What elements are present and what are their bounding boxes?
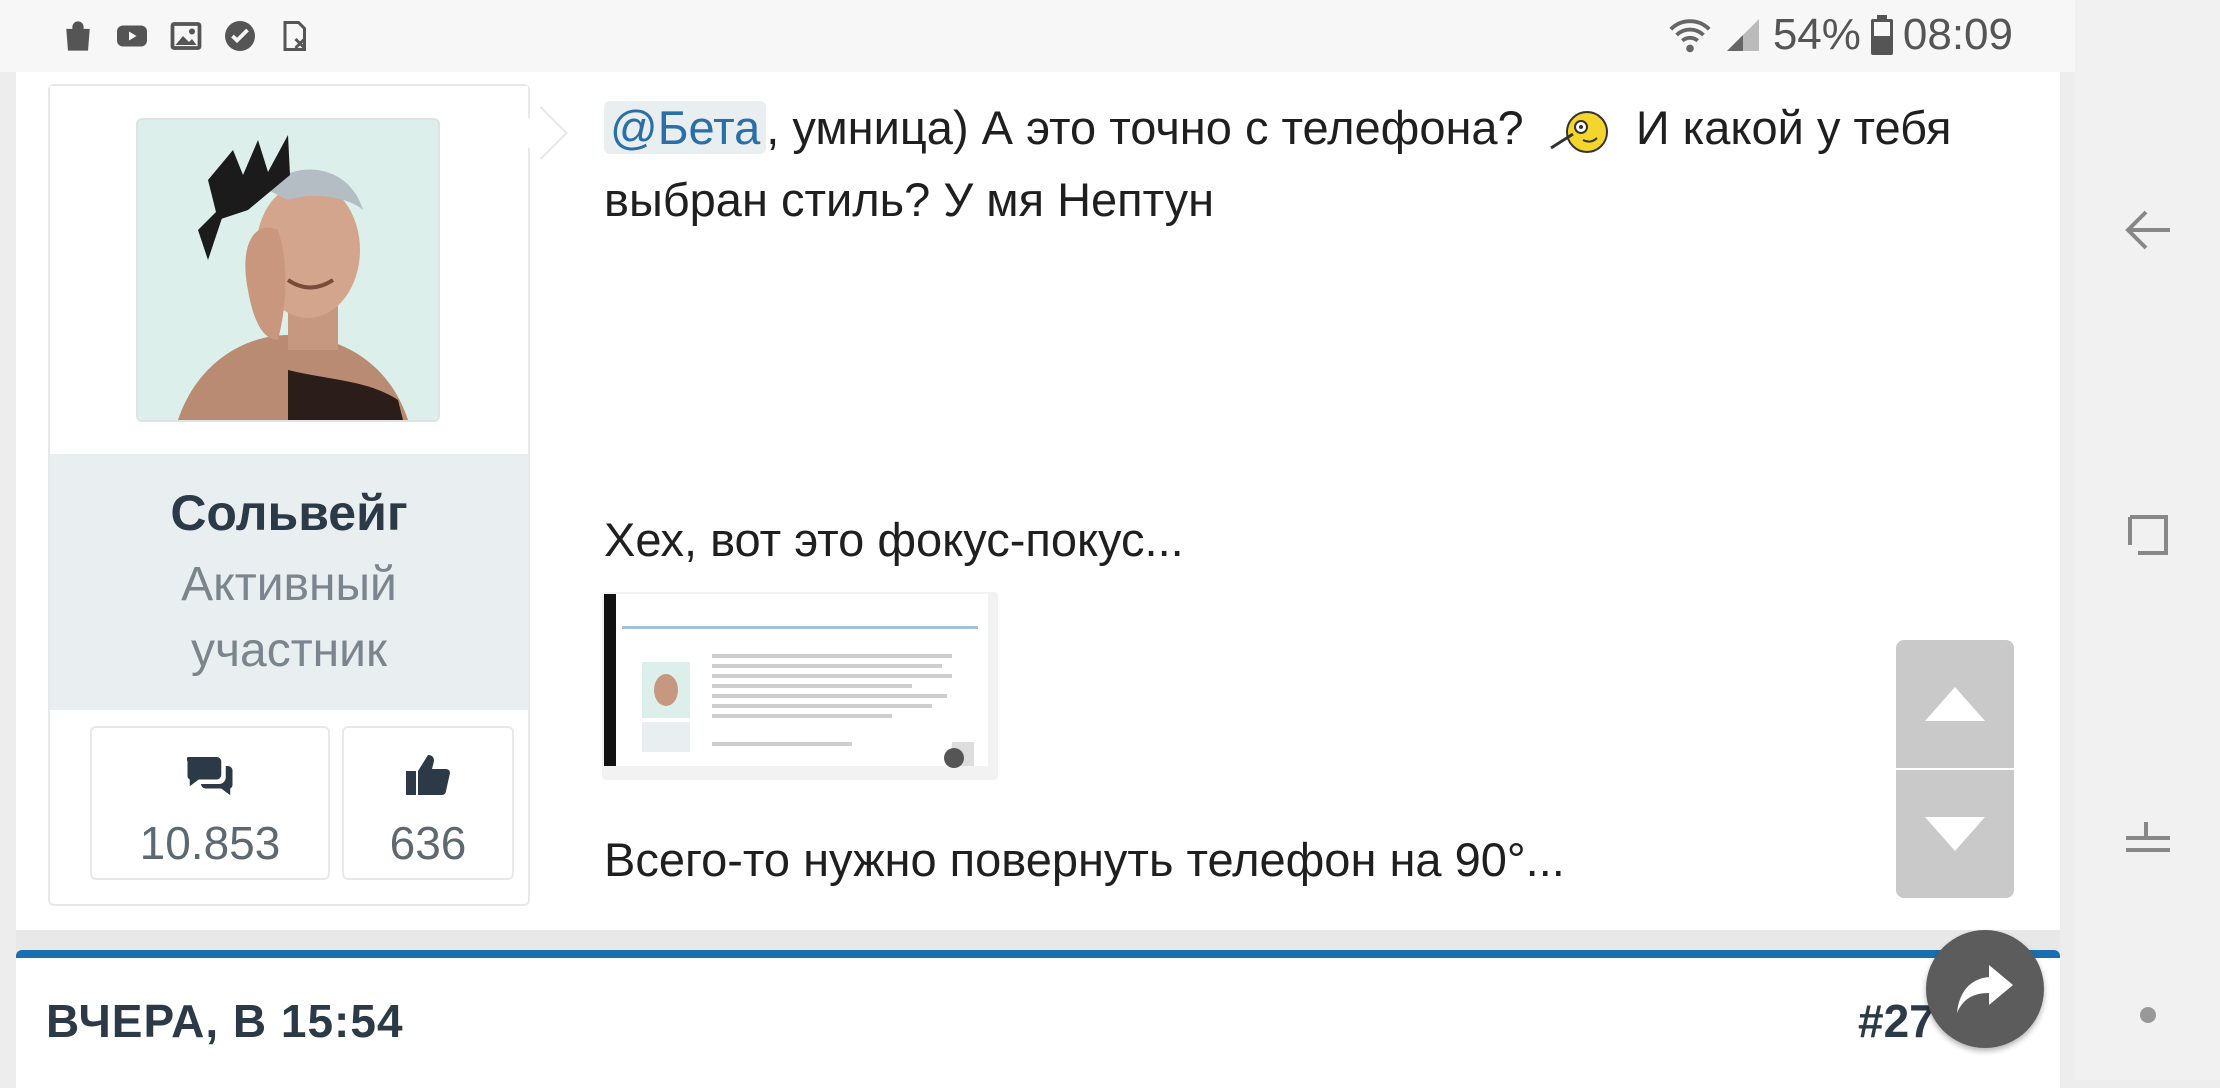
clock: 08:09 bbox=[1902, 10, 2013, 59]
home-lines-icon bbox=[2125, 822, 2170, 852]
avatar-area bbox=[50, 86, 528, 454]
signal-icon bbox=[1726, 19, 1759, 51]
home-button[interactable] bbox=[2075, 810, 2220, 870]
forum-post: Сольвейг Активный участник 10.853 636 @Б… bbox=[16, 72, 2060, 930]
attached-screenshot[interactable] bbox=[602, 514, 998, 780]
username[interactable]: Сольвейг bbox=[50, 484, 528, 542]
likes-count: 636 bbox=[389, 817, 467, 869]
attachment-thumbnail bbox=[602, 592, 998, 780]
dot-icon bbox=[2139, 1007, 2156, 1023]
next-post-header: ВЧЕРА, В 15:54 #27 bbox=[16, 950, 2060, 1088]
likes-stat[interactable]: 636 bbox=[342, 726, 514, 880]
triangle-up-icon bbox=[1925, 687, 1985, 721]
shopping-bag-icon bbox=[66, 21, 90, 51]
user-title: Активный участник bbox=[181, 558, 397, 677]
battery-icon bbox=[1870, 15, 1893, 55]
system-status: 54% 08:09 bbox=[1667, 10, 2013, 60]
share-button[interactable] bbox=[1926, 930, 2044, 1048]
android-navigation-bar bbox=[2075, 0, 2220, 1080]
recent-apps-button[interactable] bbox=[2075, 505, 2220, 565]
notification-icons bbox=[60, 18, 312, 54]
comments-icon bbox=[186, 757, 233, 796]
triangle-down-icon bbox=[1925, 817, 1985, 851]
youtube-icon bbox=[117, 25, 147, 47]
post-number[interactable]: #27 bbox=[1858, 994, 1938, 1048]
smiley-emoji-icon bbox=[1549, 110, 1608, 153]
thumbs-up-icon bbox=[406, 755, 450, 795]
wifi-icon bbox=[1669, 19, 1711, 53]
back-button[interactable] bbox=[2075, 200, 2220, 260]
user-info: Сольвейг Активный участник bbox=[50, 454, 528, 710]
message-body: @Бета, умница) А это точно с телефона? И… bbox=[604, 92, 1984, 236]
check-circle-icon bbox=[225, 21, 255, 51]
gallery-icon bbox=[170, 22, 202, 50]
recent-apps-icon bbox=[2127, 515, 2168, 555]
keyboard-hide-button[interactable] bbox=[2075, 1005, 2220, 1025]
status-bar: 54% 08:09 bbox=[0, 0, 2075, 72]
user-card: Сольвейг Активный участник 10.853 636 bbox=[48, 84, 530, 906]
forum-page: Сольвейг Активный участник 10.853 636 @Б… bbox=[16, 72, 2060, 1088]
post-date: ВЧЕРА, В 15:54 bbox=[46, 995, 404, 1047]
mention-link[interactable]: @Бета bbox=[604, 101, 767, 154]
scroll-down-button[interactable] bbox=[1896, 770, 2014, 898]
scroll-up-button[interactable] bbox=[1896, 640, 2014, 768]
messages-stat[interactable]: 10.853 bbox=[90, 726, 330, 880]
avatar-image bbox=[138, 120, 438, 420]
back-arrow-icon bbox=[2124, 210, 2170, 250]
messages-count: 10.853 bbox=[139, 817, 281, 869]
message-text: , умница) А это точно с телефона? bbox=[766, 101, 1524, 154]
share-arrow-icon bbox=[1957, 965, 2013, 1013]
message-paragraph-3: Всего-то нужно повернуть телефон на 90°.… bbox=[604, 833, 1565, 886]
battery-percent: 54% bbox=[1772, 10, 1861, 59]
sim-off-icon bbox=[283, 21, 306, 51]
avatar[interactable] bbox=[136, 118, 440, 422]
